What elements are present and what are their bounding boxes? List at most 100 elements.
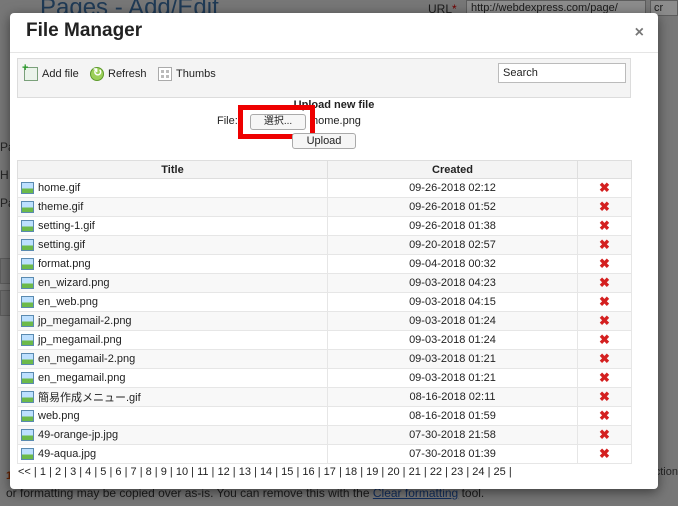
file-title[interactable]: 49-aqua.jpg bbox=[38, 448, 96, 460]
pager-page-link[interactable]: 23 bbox=[451, 466, 463, 478]
pager-first-link[interactable]: << bbox=[18, 466, 31, 478]
table-row[interactable]: format.png 09-04-2018 00:32 ✖ bbox=[17, 254, 632, 274]
table-row[interactable]: 49-aqua.jpg 07-30-2018 01:39 ✖ bbox=[17, 444, 632, 464]
delete-icon[interactable]: ✖ bbox=[599, 181, 610, 194]
thumbs-button[interactable]: Thumbs bbox=[158, 66, 216, 82]
table-row[interactable]: theme.gif 09-26-2018 01:52 ✖ bbox=[17, 197, 632, 217]
pager-page-link[interactable]: 14 bbox=[260, 466, 272, 478]
file-manager-dialog: File Manager × Add file Refresh Thumbs U… bbox=[10, 13, 658, 489]
pager-page-link[interactable]: 12 bbox=[217, 466, 229, 478]
file-title-cell[interactable]: format.png bbox=[17, 254, 328, 274]
pager-page-link[interactable]: 22 bbox=[430, 466, 442, 478]
pager-separator: | bbox=[402, 466, 406, 478]
delete-icon[interactable]: ✖ bbox=[599, 219, 610, 232]
image-file-icon bbox=[21, 372, 34, 384]
pager-page-link[interactable]: 21 bbox=[409, 466, 421, 478]
delete-icon[interactable]: ✖ bbox=[599, 295, 610, 308]
upload-button[interactable]: Upload bbox=[292, 133, 356, 149]
file-title[interactable]: setting.gif bbox=[38, 239, 85, 251]
delete-icon[interactable]: ✖ bbox=[599, 371, 610, 384]
file-title[interactable]: en_wizard.png bbox=[38, 277, 110, 289]
file-title-cell[interactable]: setting.gif bbox=[17, 235, 328, 255]
table-row[interactable]: jp_megamail.png 09-03-2018 01:24 ✖ bbox=[17, 330, 632, 350]
table-row[interactable]: web.png 08-16-2018 01:59 ✖ bbox=[17, 406, 632, 426]
file-title-cell[interactable]: 49-orange-jp.jpg bbox=[17, 425, 328, 445]
table-row[interactable]: 簡易作成メニュー.gif 08-16-2018 02:11 ✖ bbox=[17, 387, 632, 407]
close-icon[interactable]: × bbox=[635, 24, 644, 42]
file-title-cell[interactable]: setting-1.gif bbox=[17, 216, 328, 236]
pager-page-link[interactable]: 8 bbox=[146, 466, 152, 478]
pager-page-link[interactable]: 25 bbox=[494, 466, 506, 478]
table-row[interactable]: jp_megamail-2.png 09-03-2018 01:24 ✖ bbox=[17, 311, 632, 331]
delete-icon[interactable]: ✖ bbox=[599, 390, 610, 403]
delete-icon[interactable]: ✖ bbox=[599, 257, 610, 270]
file-title-cell[interactable]: 49-aqua.jpg bbox=[17, 444, 328, 464]
pager-page-link[interactable]: 2 bbox=[55, 466, 61, 478]
refresh-icon bbox=[90, 66, 104, 81]
file-title-cell[interactable]: web.png bbox=[17, 406, 328, 426]
pager-page-link[interactable]: 7 bbox=[131, 466, 137, 478]
pager-page-link[interactable]: 3 bbox=[70, 466, 76, 478]
file-title[interactable]: format.png bbox=[38, 258, 91, 270]
table-row[interactable]: setting-1.gif 09-26-2018 01:38 ✖ bbox=[17, 216, 632, 236]
add-file-label: Add file bbox=[42, 68, 79, 80]
pager-page-link[interactable]: 6 bbox=[115, 466, 121, 478]
table-row[interactable]: en_wizard.png 09-03-2018 04:23 ✖ bbox=[17, 273, 632, 293]
pager-page-link[interactable]: 15 bbox=[281, 466, 293, 478]
delete-icon[interactable]: ✖ bbox=[599, 428, 610, 441]
file-title-cell[interactable]: 簡易作成メニュー.gif bbox=[17, 387, 328, 407]
pager-page-link[interactable]: 9 bbox=[161, 466, 167, 478]
file-title[interactable]: en_web.png bbox=[38, 296, 98, 308]
pager-page-link[interactable]: 11 bbox=[197, 466, 208, 478]
add-file-button[interactable]: Add file bbox=[22, 62, 79, 82]
file-title[interactable]: jp_megamail-2.png bbox=[38, 315, 132, 327]
pager-page-link[interactable]: 10 bbox=[176, 466, 188, 478]
refresh-button[interactable]: Refresh bbox=[90, 66, 147, 82]
file-title[interactable]: en_megamail-2.png bbox=[38, 353, 135, 365]
table-row[interactable]: setting.gif 09-20-2018 02:57 ✖ bbox=[17, 235, 632, 255]
file-title-cell[interactable]: en_megamail-2.png bbox=[17, 349, 328, 369]
delete-icon[interactable]: ✖ bbox=[599, 238, 610, 251]
file-title[interactable]: web.png bbox=[38, 410, 80, 422]
table-row[interactable]: 49-orange-jp.jpg 07-30-2018 21:58 ✖ bbox=[17, 425, 632, 445]
column-header-created[interactable]: Created bbox=[327, 160, 578, 179]
image-file-icon bbox=[21, 296, 34, 308]
file-title-cell[interactable]: en_web.png bbox=[17, 292, 328, 312]
file-title[interactable]: setting-1.gif bbox=[38, 220, 95, 232]
table-row[interactable]: en_web.png 09-03-2018 04:15 ✖ bbox=[17, 292, 632, 312]
file-title-cell[interactable]: jp_megamail.png bbox=[17, 330, 328, 350]
delete-icon[interactable]: ✖ bbox=[599, 352, 610, 365]
pager-page-link[interactable]: 13 bbox=[239, 466, 251, 478]
delete-icon[interactable]: ✖ bbox=[599, 333, 610, 346]
pager-page-link[interactable]: 20 bbox=[387, 466, 399, 478]
delete-icon[interactable]: ✖ bbox=[599, 314, 610, 327]
file-title[interactable]: en_megamail.png bbox=[38, 372, 125, 384]
pager-page-link[interactable]: 18 bbox=[345, 466, 357, 478]
column-header-title[interactable]: Title bbox=[17, 160, 328, 179]
file-title-cell[interactable]: en_megamail.png bbox=[17, 368, 328, 388]
table-row[interactable]: en_megamail-2.png 09-03-2018 01:21 ✖ bbox=[17, 349, 632, 369]
file-title[interactable]: 49-orange-jp.jpg bbox=[38, 429, 118, 441]
delete-icon[interactable]: ✖ bbox=[599, 447, 610, 460]
pager-page-link[interactable]: 1 bbox=[40, 466, 46, 478]
pager-page-link[interactable]: 24 bbox=[472, 466, 484, 478]
pager-page-link[interactable]: 19 bbox=[366, 466, 378, 478]
file-title-cell[interactable]: jp_megamail-2.png bbox=[17, 311, 328, 331]
file-title-cell[interactable]: en_wizard.png bbox=[17, 273, 328, 293]
pager-page-link[interactable]: 16 bbox=[302, 466, 314, 478]
table-row[interactable]: home.gif 09-26-2018 02:12 ✖ bbox=[17, 178, 632, 198]
file-title[interactable]: theme.gif bbox=[38, 201, 83, 213]
file-title[interactable]: 簡易作成メニュー.gif bbox=[38, 389, 141, 405]
file-title-cell[interactable]: home.gif bbox=[17, 178, 328, 198]
pager-page-link[interactable]: 5 bbox=[100, 466, 106, 478]
pager-page-link[interactable]: 4 bbox=[85, 466, 91, 478]
file-title[interactable]: jp_megamail.png bbox=[38, 334, 122, 346]
delete-icon[interactable]: ✖ bbox=[599, 409, 610, 422]
pager-page-link[interactable]: 17 bbox=[324, 466, 336, 478]
table-row[interactable]: en_megamail.png 09-03-2018 01:21 ✖ bbox=[17, 368, 632, 388]
file-title[interactable]: home.gif bbox=[38, 182, 80, 194]
delete-icon[interactable]: ✖ bbox=[599, 276, 610, 289]
search-input[interactable] bbox=[498, 63, 626, 83]
delete-icon[interactable]: ✖ bbox=[599, 200, 610, 213]
file-title-cell[interactable]: theme.gif bbox=[17, 197, 328, 217]
